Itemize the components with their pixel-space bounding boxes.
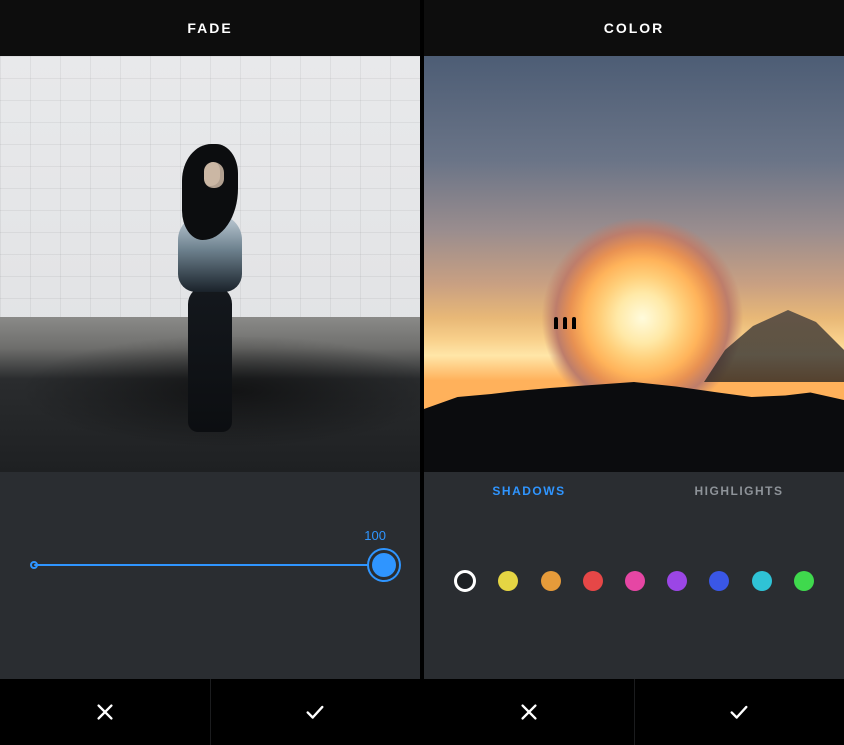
- swatch-teal[interactable]: [752, 571, 772, 591]
- swatch-orange[interactable]: [541, 571, 561, 591]
- swatch-red[interactable]: [583, 571, 603, 591]
- swatch-pink[interactable]: [625, 571, 645, 591]
- slider-start-dot: [30, 561, 38, 569]
- screen-color: COLOR SHADOWS HIGHLIGHTS: [422, 0, 844, 745]
- confirm-button[interactable]: [211, 679, 421, 745]
- cancel-button[interactable]: [0, 679, 211, 745]
- close-icon: [94, 701, 116, 723]
- swatch-yellow[interactable]: [498, 571, 518, 591]
- confirm-button[interactable]: [635, 679, 844, 745]
- header-title: COLOR: [424, 0, 844, 56]
- close-icon: [518, 701, 540, 723]
- screenshot-pair: FADE 100: [0, 0, 844, 745]
- fade-controls: 100: [0, 472, 420, 679]
- swatch-blue[interactable]: [709, 571, 729, 591]
- color-mode-tabs: SHADOWS HIGHLIGHTS: [424, 472, 844, 510]
- photo-silhouettes: [554, 317, 576, 329]
- header-title: FADE: [0, 0, 420, 56]
- action-bar: [424, 679, 844, 745]
- check-icon: [728, 701, 750, 723]
- tab-shadows[interactable]: SHADOWS: [424, 472, 634, 510]
- photo-person: [164, 144, 256, 434]
- cancel-button[interactable]: [424, 679, 635, 745]
- slider-value-label: 100: [364, 528, 386, 543]
- action-bar: [0, 679, 420, 745]
- swatch-none[interactable]: [454, 570, 476, 592]
- swatch-green[interactable]: [794, 571, 814, 591]
- color-swatch-row: [424, 570, 844, 592]
- screen-fade: FADE 100: [0, 0, 422, 745]
- photo-preview: [424, 56, 844, 472]
- swatch-purple[interactable]: [667, 571, 687, 591]
- check-icon: [304, 701, 326, 723]
- slider-track[interactable]: [34, 564, 386, 566]
- color-controls: SHADOWS HIGHLIGHTS: [424, 472, 844, 679]
- photo-preview: [0, 56, 420, 472]
- fade-slider[interactable]: 100: [34, 564, 386, 566]
- tab-highlights[interactable]: HIGHLIGHTS: [634, 472, 844, 510]
- slider-thumb[interactable]: [372, 553, 396, 577]
